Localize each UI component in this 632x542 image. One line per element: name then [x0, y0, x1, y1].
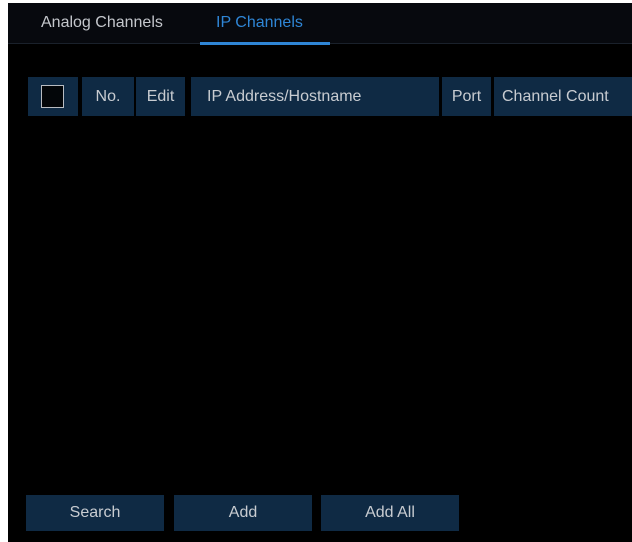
select-all-checkbox[interactable] [41, 85, 64, 108]
channel-table-header: No. Edit IP Address/Hostname Port Channe… [8, 77, 632, 116]
search-button[interactable]: Search [26, 495, 164, 531]
active-tab-indicator [200, 42, 330, 45]
channel-list [8, 117, 632, 487]
tab-bar: Analog Channels IP Channels [8, 3, 632, 45]
add-all-button[interactable]: Add All [321, 495, 459, 531]
column-header-no: No. [82, 77, 134, 116]
tab-ip-channels[interactable]: IP Channels [216, 3, 303, 43]
add-button[interactable]: Add [174, 495, 312, 531]
column-header-ip-address: IP Address/Hostname [191, 77, 439, 116]
column-header-port: Port [442, 77, 491, 116]
column-header-edit: Edit [136, 77, 185, 116]
column-header-channel-count: Channel Count [494, 77, 632, 116]
header-select-all-cell [28, 77, 78, 116]
tab-analog-channels[interactable]: Analog Channels [41, 3, 163, 43]
ip-channels-panel: Analog Channels IP Channels No. Edit IP … [8, 3, 632, 542]
